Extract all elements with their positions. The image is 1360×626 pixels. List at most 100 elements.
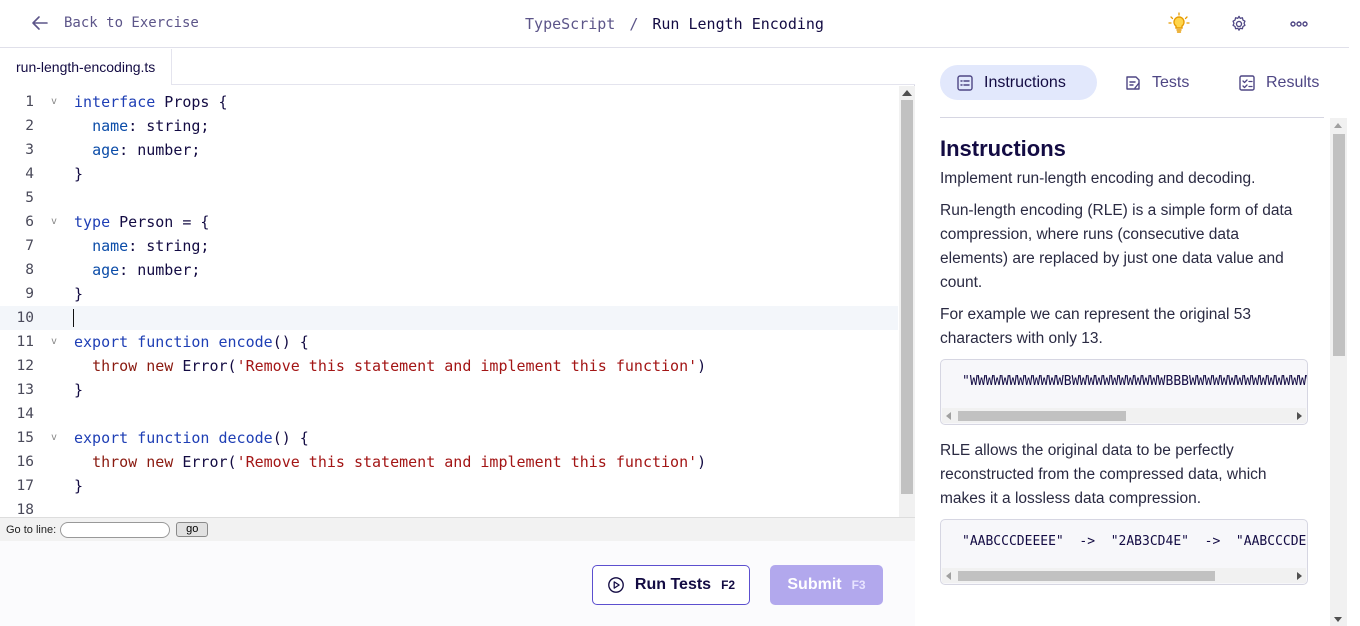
tab-instructions-label: Instructions [984, 73, 1066, 91]
line-number: 14 [16, 406, 34, 422]
breadcrumb-separator: / [629, 15, 639, 33]
code-line[interactable]: 16 throw new Error('Remove this statemen… [0, 450, 898, 474]
breadcrumb-track[interactable]: TypeScript [525, 15, 615, 33]
code-line[interactable]: 8 age: number; [0, 258, 898, 282]
submit-label: Submit [787, 576, 842, 593]
instructions-paragraph: Run-length encoding (RLE) is a simple fo… [940, 202, 1293, 291]
instructions-vertical-scrollbar[interactable] [1330, 118, 1347, 626]
code-line[interactable]: 13} [0, 378, 898, 402]
tests-icon [1126, 75, 1140, 90]
code-text: throw new Error('Remove this statement a… [92, 357, 707, 375]
code-line[interactable]: 6 v type Person = { [0, 210, 898, 234]
line-number: 16 [16, 454, 34, 470]
go-to-line-button[interactable]: go [176, 522, 209, 537]
fold-chevron-icon[interactable]: v [51, 210, 57, 234]
go-to-line-bar: Go to line: go [0, 517, 915, 541]
scroll-right-icon[interactable] [1297, 572, 1302, 580]
instructions-pane: Instructions Tests Results Instructions … [916, 49, 1360, 626]
more-options-button[interactable] [1287, 12, 1311, 36]
fold-chevron-icon[interactable]: v [51, 90, 57, 114]
code-line[interactable]: 10 [0, 306, 898, 330]
hint-button[interactable] [1167, 12, 1191, 36]
results-icon [1239, 74, 1255, 91]
scroll-right-icon[interactable] [1297, 412, 1302, 420]
code-block-horizontal-scrollbar[interactable] [942, 568, 1306, 583]
gear-icon [1232, 15, 1246, 31]
line-number: 5 [25, 190, 34, 206]
code-line[interactable]: 17} [0, 474, 898, 498]
run-tests-button[interactable]: Run Tests F2 [592, 565, 750, 605]
breadcrumb: TypeScript / Run Length Encoding [0, 15, 1349, 33]
line-number: 13 [16, 382, 34, 398]
code-line[interactable]: 14 [0, 402, 898, 426]
editor-actions: Run Tests F2 Submit F3 [0, 541, 915, 626]
line-number: 10 [16, 310, 34, 326]
tab-tests-label: Tests [1152, 73, 1190, 91]
run-tests-label: Run Tests [634, 576, 712, 593]
code-text: age: number; [92, 141, 201, 159]
code-line[interactable]: 4} [0, 162, 898, 186]
line-number: 15 [16, 430, 34, 446]
scroll-down-icon[interactable] [1334, 617, 1342, 622]
code-text: name: string; [92, 237, 210, 255]
code-line[interactable]: 15 v export function decode() { [0, 426, 898, 450]
code-example-block: "WWWWWWWWWWWWBWWWWWWWWWWWWBBBWWWWWWWWWWW… [940, 359, 1308, 425]
code-text: throw new Error('Remove this statement a… [92, 453, 707, 471]
more-horizontal-icon [1290, 21, 1308, 27]
code-text: } [74, 381, 84, 399]
code-text: export function decode() { [74, 429, 309, 447]
instructions-paragraph: For example we can represent the origina… [940, 306, 1252, 347]
code-line[interactable]: 2 name: string; [0, 114, 898, 138]
code-line[interactable]: 9} [0, 282, 898, 306]
file-tab[interactable]: run-length-encoding.ts [0, 49, 173, 85]
editor-vertical-scrollbar[interactable] [899, 86, 915, 566]
scrollbar-thumb[interactable] [1333, 134, 1345, 356]
line-number: 11 [16, 334, 34, 350]
code-text: } [74, 477, 84, 495]
play-circle-icon [608, 577, 624, 593]
scroll-left-icon[interactable] [946, 412, 951, 420]
code-example: "WWWWWWWWWWWWBWWWWWWWWWWWWBBBWWWWWWWWWWW… [962, 374, 1307, 389]
tab-results[interactable]: Results [1222, 65, 1335, 100]
text-cursor [73, 309, 74, 327]
code-example-block: "AABCCCDEEEE" -> "2AB3CD4E" -> "AABCCCDE… [940, 519, 1308, 585]
code-line[interactable]: 5 [0, 186, 898, 210]
page-scrollbar-track [1349, 0, 1360, 48]
scrollbar-thumb[interactable] [958, 411, 1126, 421]
line-number: 17 [16, 478, 34, 494]
editor-pane: run-length-encoding.ts 1 v interface Props… [0, 49, 915, 626]
tab-instructions[interactable]: Instructions [940, 65, 1097, 100]
submit-button[interactable]: Submit F3 [770, 565, 883, 605]
line-number: 12 [16, 358, 34, 374]
scroll-left-icon[interactable] [946, 572, 951, 580]
line-number: 6 [25, 214, 34, 230]
code-text: type Person = { [74, 213, 210, 231]
fold-chevron-icon[interactable]: v [51, 426, 57, 450]
instructions-paragraph: RLE allows the original data to be perfe… [940, 442, 1267, 507]
scroll-up-icon[interactable] [1334, 123, 1342, 128]
code-line[interactable]: 7 name: string; [0, 234, 898, 258]
code-line[interactable]: 12 throw new Error('Remove this statemen… [0, 354, 898, 378]
settings-button[interactable] [1227, 12, 1251, 36]
code-block-horizontal-scrollbar[interactable] [942, 408, 1306, 423]
file-tabs: run-length-encoding.ts [0, 49, 915, 85]
code-editor[interactable]: 1 v interface Props {2 name: string; 3 age:… [0, 86, 915, 566]
tab-tests[interactable]: Tests [1108, 65, 1205, 100]
fold-chevron-icon[interactable]: v [51, 330, 57, 354]
go-to-line-input[interactable] [60, 521, 171, 538]
scroll-up-icon[interactable] [902, 90, 912, 96]
code-text: name: string; [92, 117, 210, 135]
tab-results-label: Results [1266, 73, 1320, 91]
code-line[interactable]: 11 v export function encode() { [0, 330, 898, 354]
code-line[interactable]: 3 age: number; [0, 138, 898, 162]
line-number: 2 [25, 118, 34, 134]
run-tests-shortcut: F2 [721, 578, 736, 592]
line-number: 9 [25, 286, 34, 302]
code-line[interactable]: 1 v interface Props { [0, 90, 898, 114]
scrollbar-thumb[interactable] [958, 571, 1215, 581]
code-text: export function encode() { [74, 333, 309, 351]
top-header: Back to Exercise TypeScript / Run Length E… [0, 0, 1349, 48]
code-text: } [74, 285, 84, 303]
code-example: "AABCCCDEEEE" -> "2AB3CD4E" -> "AABCCCDE… [962, 534, 1308, 549]
scrollbar-thumb[interactable] [901, 100, 913, 494]
